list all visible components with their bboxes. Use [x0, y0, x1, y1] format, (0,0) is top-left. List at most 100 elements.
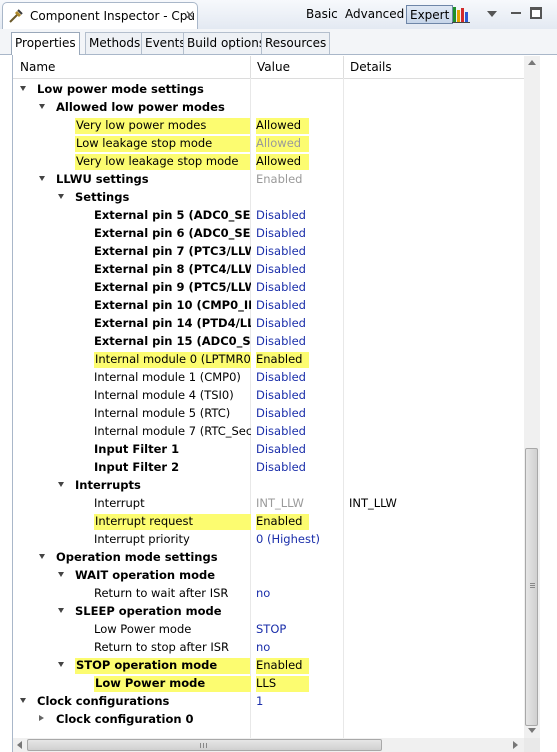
- property-value[interactable]: Disabled: [256, 388, 306, 404]
- tree-row[interactable]: STOP operation mode Enabled: [13, 656, 524, 674]
- tree-row[interactable]: Internal module 1 (CMP0) Disabled: [13, 368, 524, 386]
- tree-row[interactable]: WAIT operation mode: [13, 566, 524, 584]
- tab-properties[interactable]: Properties: [11, 32, 80, 55]
- column-header-value[interactable]: Value: [257, 60, 290, 74]
- property-value[interactable]: LLS: [256, 676, 309, 692]
- property-value[interactable]: STOP: [256, 622, 286, 638]
- property-value[interactable]: Allowed: [256, 154, 309, 170]
- property-value[interactable]: Disabled: [256, 442, 306, 458]
- tree-row[interactable]: Clock configurations 1: [13, 692, 524, 710]
- tree-row[interactable]: Interrupt priority 0 (Highest): [13, 530, 524, 548]
- tree-row[interactable]: Interrupt INT_LLW INT_LLW: [13, 494, 524, 512]
- collapse-arrow-icon[interactable]: [58, 482, 64, 487]
- column-header-details[interactable]: Details: [350, 60, 392, 74]
- tree-row[interactable]: Clock configuration 0: [13, 710, 524, 728]
- collapse-arrow-icon[interactable]: [20, 86, 26, 91]
- property-value[interactable]: 0 (Highest): [256, 532, 320, 548]
- view-menu-chevron-icon[interactable]: [487, 11, 497, 17]
- tree-row[interactable]: Allowed low power modes: [13, 98, 524, 116]
- property-value[interactable]: Allowed: [256, 118, 309, 134]
- tree-row[interactable]: External pin 14 (PTD4/LLWU_P14) Disabled: [13, 314, 524, 332]
- tree-row[interactable]: Low Power mode LLS: [13, 674, 524, 692]
- tree-row[interactable]: External pin 7 (PTC3/LLWU_P7) Disabled: [13, 242, 524, 260]
- vertical-scroll-thumb[interactable]: [525, 448, 538, 726]
- tree-row[interactable]: Interrupts: [13, 476, 524, 494]
- property-value[interactable]: Disabled: [256, 226, 306, 242]
- tree-row[interactable]: Return to wait after ISR no: [13, 584, 524, 602]
- horizontal-scroll-thumb[interactable]: [27, 739, 382, 751]
- property-value[interactable]: Disabled: [256, 244, 306, 260]
- column-header-name[interactable]: Name: [20, 60, 55, 74]
- property-value[interactable]: 1: [256, 694, 263, 710]
- scroll-up-icon[interactable]: [528, 60, 536, 65]
- tree-row[interactable]: Very low leakage stop mode Allowed: [13, 152, 524, 170]
- collapse-arrow-icon[interactable]: [58, 662, 64, 667]
- tree-row[interactable]: Internal module 7 (RTC_Seconds) Disabled: [13, 422, 524, 440]
- mode-advanced-button[interactable]: Advanced: [343, 5, 406, 24]
- maximize-icon[interactable]: [530, 7, 542, 19]
- tree-row[interactable]: External pin 10 (CMP0_IN0/PTC6/LLWU_P10)…: [13, 296, 524, 314]
- property-value[interactable]: Disabled: [256, 370, 306, 386]
- collapse-arrow-icon[interactable]: [20, 698, 26, 703]
- tree-row[interactable]: External pin 9 (PTC5/LLWU_P9) Disabled: [13, 278, 524, 296]
- property-value[interactable]: Allowed: [256, 136, 309, 152]
- tab-resources[interactable]: Resources: [261, 32, 331, 54]
- component-inspector-icon: [9, 9, 23, 23]
- collapse-arrow-icon[interactable]: [39, 104, 45, 109]
- property-value[interactable]: Enabled: [256, 172, 302, 188]
- tree-row[interactable]: Internal module 5 (RTC) Disabled: [13, 404, 524, 422]
- minimize-icon[interactable]: [510, 7, 522, 19]
- tree-row[interactable]: External pin 15 (ADC0_SE7b/PTD6/LLWU_P15…: [13, 332, 524, 350]
- tree-row[interactable]: Input Filter 1 Disabled: [13, 440, 524, 458]
- tree-row[interactable]: Operation mode settings: [13, 548, 524, 566]
- horizontal-scrollbar[interactable]: [13, 738, 524, 752]
- tree-row[interactable]: Low Power mode STOP: [13, 620, 524, 638]
- tree-row[interactable]: Input Filter 2 Disabled: [13, 458, 524, 476]
- property-value[interactable]: Disabled: [256, 262, 306, 278]
- vertical-scrollbar[interactable]: [524, 56, 540, 738]
- property-value[interactable]: Disabled: [256, 316, 306, 332]
- close-icon[interactable]: ✕: [185, 8, 195, 22]
- tree-row[interactable]: External pin 8 (PTC4/LLWU_P8) Disabled: [13, 260, 524, 278]
- property-value[interactable]: no: [256, 640, 270, 656]
- expand-arrow-icon[interactable]: [39, 715, 44, 721]
- mode-basic-button[interactable]: Basic: [304, 5, 340, 24]
- tree-row[interactable]: LLWU settings Enabled: [13, 170, 524, 188]
- property-value[interactable]: Disabled: [256, 208, 306, 224]
- mode-expert-button[interactable]: Expert: [406, 5, 454, 24]
- collapse-arrow-icon[interactable]: [39, 554, 45, 559]
- property-value[interactable]: no: [256, 586, 270, 602]
- collapse-arrow-icon[interactable]: [39, 176, 45, 181]
- scroll-left-icon[interactable]: [17, 741, 22, 749]
- property-value[interactable]: Enabled: [256, 514, 309, 530]
- property-value[interactable]: INT_LLW: [256, 496, 304, 512]
- tree-row[interactable]: Return to stop after ISR no: [13, 638, 524, 656]
- tree-row[interactable]: External pin 6 (ADC0_SE15/TSI0_CH14/PTC1…: [13, 224, 524, 242]
- tab-methods[interactable]: Methods: [85, 32, 145, 54]
- tab-build-options[interactable]: Build options: [183, 32, 270, 54]
- tree-row[interactable]: Very low power modes Allowed: [13, 116, 524, 134]
- property-value[interactable]: Enabled: [256, 352, 309, 368]
- property-value[interactable]: Enabled: [256, 658, 309, 674]
- tree-row[interactable]: Internal module 0 (LPTMR0) Enabled: [13, 350, 524, 368]
- scroll-down-icon[interactable]: [528, 728, 536, 733]
- property-value[interactable]: Disabled: [256, 334, 306, 350]
- property-value[interactable]: Disabled: [256, 424, 306, 440]
- property-value[interactable]: Disabled: [256, 280, 306, 296]
- component-inspector-view-tab[interactable]: Component Inspector - Cpu ✕: [2, 2, 198, 29]
- tree-row[interactable]: Settings: [13, 188, 524, 206]
- tree-row[interactable]: Internal module 4 (TSI0) Disabled: [13, 386, 524, 404]
- property-value[interactable]: Disabled: [256, 298, 306, 314]
- property-value[interactable]: Disabled: [256, 406, 306, 422]
- property-value[interactable]: Disabled: [256, 460, 306, 476]
- bar-chart-icon[interactable]: [452, 5, 470, 23]
- scroll-right-icon[interactable]: [513, 741, 518, 749]
- tree-row[interactable]: Interrupt request Enabled: [13, 512, 524, 530]
- collapse-arrow-icon[interactable]: [58, 194, 64, 199]
- tree-row[interactable]: Low power mode settings: [13, 80, 524, 98]
- collapse-arrow-icon[interactable]: [58, 572, 64, 577]
- tree-row[interactable]: External pin 5 (ADC0_SE8/TSI0_CH0/PTB0/L…: [13, 206, 524, 224]
- tree-row[interactable]: SLEEP operation mode: [13, 602, 524, 620]
- collapse-arrow-icon[interactable]: [58, 608, 64, 613]
- tree-row[interactable]: Low leakage stop mode Allowed: [13, 134, 524, 152]
